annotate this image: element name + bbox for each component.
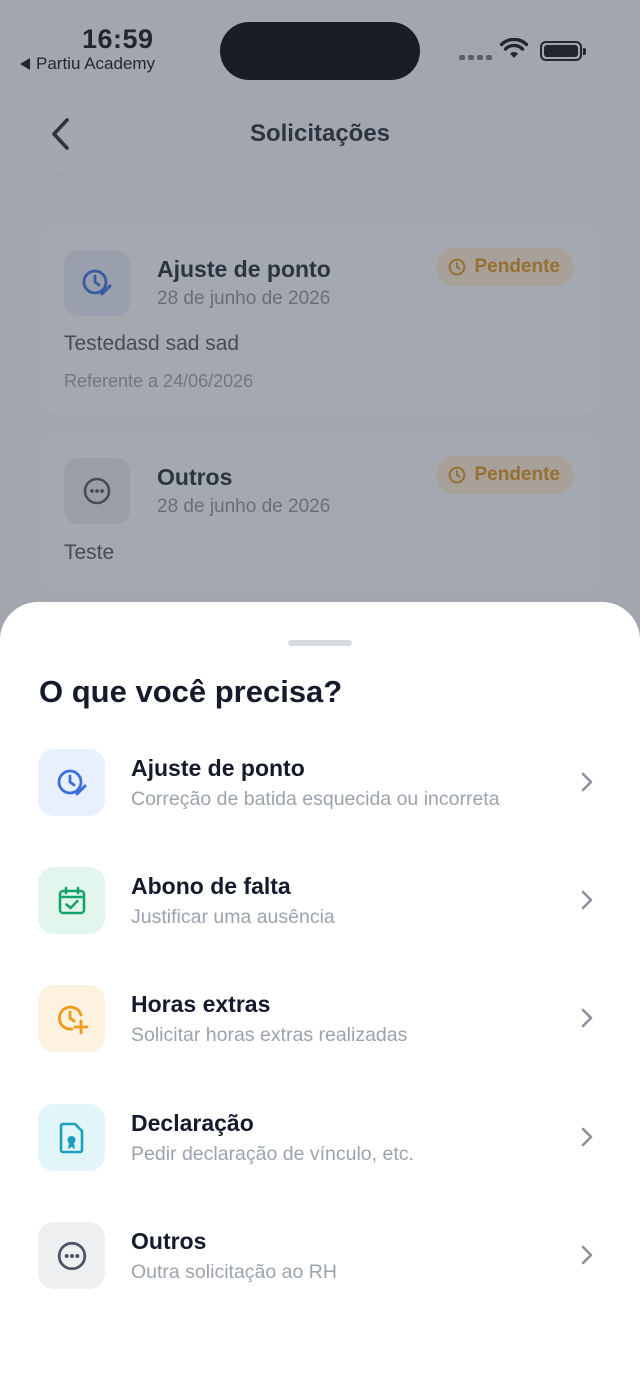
option-abono-de-falta[interactable]: Abono de falta Justificar uma ausência	[38, 867, 604, 937]
requests-screen: 16:59 Partiu Academy Solicitações Ajuste	[0, 0, 640, 1391]
chevron-right-icon	[581, 890, 593, 910]
option-subtitle: Correção de batida esquecida ou incorret…	[131, 788, 500, 810]
option-title: Ajuste de ponto	[131, 755, 305, 781]
chevron-right-icon	[581, 1245, 593, 1265]
option-icon-box	[38, 749, 105, 816]
option-icon-box	[38, 985, 105, 1052]
option-title: Outros	[131, 1228, 207, 1254]
option-title: Abono de falta	[131, 873, 291, 899]
option-subtitle: Pedir declaração de vínculo, etc.	[131, 1143, 414, 1165]
calendar-check-icon	[58, 886, 85, 914]
clock-plus-icon	[57, 1005, 88, 1034]
clock-edit-icon	[57, 769, 86, 795]
bottom-sheet: O que você precisa? Ajuste de ponto Corr…	[0, 602, 640, 1391]
option-title: Horas extras	[131, 991, 271, 1017]
chevron-right-icon	[581, 1008, 593, 1028]
option-icon-box	[38, 1104, 105, 1171]
chevron-right-icon	[581, 772, 593, 792]
option-declaracao[interactable]: Declaração Pedir declaração de vínculo, …	[38, 1104, 604, 1174]
option-title: Declaração	[131, 1110, 254, 1136]
option-subtitle: Justificar uma ausência	[131, 906, 335, 928]
option-ajuste-de-ponto[interactable]: Ajuste de ponto Correção de batida esque…	[38, 749, 604, 819]
option-subtitle: Outra solicitação ao RH	[131, 1261, 337, 1283]
chevron-right-icon	[581, 1127, 593, 1147]
option-icon-box	[38, 867, 105, 934]
option-outros[interactable]: Outros Outra solicitação ao RH	[38, 1222, 604, 1292]
option-subtitle: Solicitar horas extras realizadas	[131, 1024, 408, 1046]
more-dots-icon	[57, 1241, 86, 1270]
option-horas-extras[interactable]: Horas extras Solicitar horas extras real…	[38, 985, 604, 1055]
sheet-title: O que você precisa?	[39, 674, 343, 709]
sheet-drag-handle[interactable]	[288, 640, 352, 646]
option-icon-box	[38, 1222, 105, 1289]
document-badge-icon	[59, 1122, 83, 1153]
